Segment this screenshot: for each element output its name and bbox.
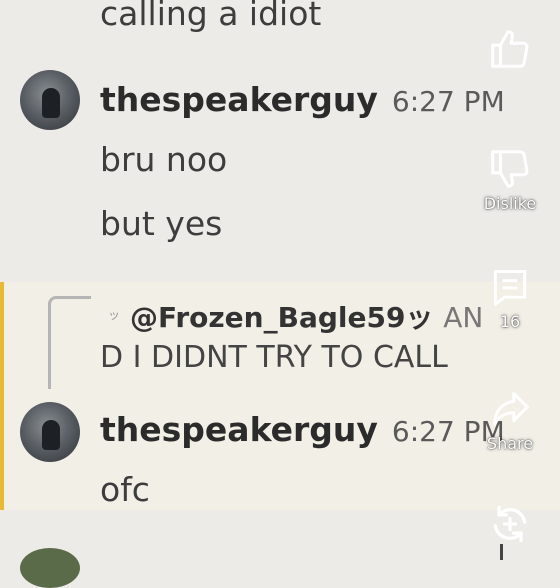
reply-preview-text: D I DIDNT TRY TO CALL xyxy=(100,340,448,375)
divider xyxy=(500,544,503,560)
reply-icon: ッ xyxy=(108,308,121,322)
share-button[interactable]: Share xyxy=(470,386,550,453)
share-label: Share xyxy=(486,434,534,453)
remix-icon xyxy=(493,505,527,543)
comments-button[interactable]: 16 xyxy=(470,266,550,331)
like-button[interactable] xyxy=(470,26,550,72)
remix-button[interactable] xyxy=(470,502,550,546)
dislike-button[interactable]: Dislike xyxy=(470,146,550,213)
comment-icon xyxy=(493,270,527,306)
message-line: ofc xyxy=(100,470,150,509)
message-line: bru noo xyxy=(100,140,228,179)
previous-message-text: calling a idiot xyxy=(100,0,322,33)
avatar-figure xyxy=(42,420,60,450)
username[interactable]: thespeakerguy xyxy=(100,80,378,119)
username[interactable]: thespeakerguy xyxy=(100,410,378,449)
thumbs-up-icon xyxy=(491,30,529,68)
thumbs-down-icon xyxy=(491,150,529,188)
avatar[interactable] xyxy=(20,70,80,130)
message-author[interactable]: thespeakerguy 6:27 PM xyxy=(100,410,505,449)
message-timestamp: 6:27 PM xyxy=(391,85,505,118)
dislike-label: Dislike xyxy=(483,194,537,213)
reply-highlight-bar xyxy=(0,282,4,510)
comments-count: 16 xyxy=(499,312,521,331)
message-line: but yes xyxy=(100,204,223,243)
avatar[interactable] xyxy=(20,402,80,462)
avatar xyxy=(20,548,80,588)
reply-mention[interactable]: @Frozen_Bagle59ッ xyxy=(130,301,433,334)
share-icon xyxy=(493,392,529,426)
avatar-figure xyxy=(42,88,60,118)
reply-connector xyxy=(48,296,91,389)
message-author[interactable]: thespeakerguy 6:27 PM xyxy=(100,80,505,119)
reply-reference[interactable]: @Frozen_Bagle59ッ AN xyxy=(130,296,483,336)
